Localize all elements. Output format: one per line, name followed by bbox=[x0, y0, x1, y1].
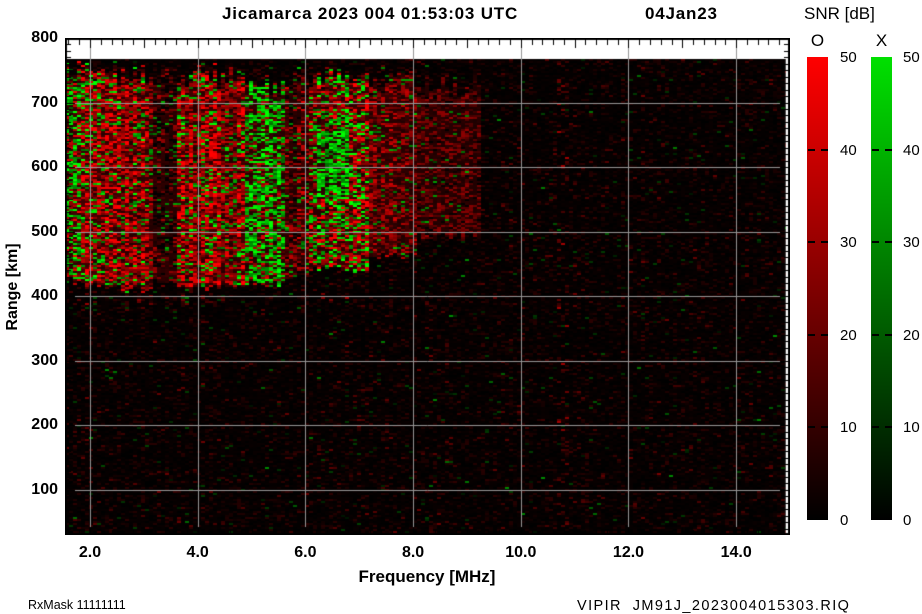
colorbar-o-gradient bbox=[807, 57, 828, 520]
colorbar-x-gradient bbox=[871, 57, 892, 520]
colorbar-x-mode-label: X bbox=[875, 31, 888, 50]
x-axis-tick-label: 10.0 bbox=[505, 544, 537, 561]
rxmask-text: RxMask 11111111 bbox=[28, 598, 126, 612]
colorbar-o-tick-label: 50 bbox=[840, 49, 857, 66]
file-id-text: VIPIR JM91J_2023004015303.RIQ bbox=[577, 598, 851, 614]
y-axis-tick-label: 100 bbox=[31, 480, 58, 498]
x-axis-tick-label: 4.0 bbox=[186, 544, 209, 561]
x-axis-label: Frequency [MHz] bbox=[358, 567, 496, 586]
colorbar-tick-mark bbox=[808, 148, 815, 151]
colorbar-x-tick-label: 0 bbox=[903, 512, 912, 529]
x-axis-tick-label: 12.0 bbox=[612, 544, 645, 561]
x-axis-tick-label: 14.0 bbox=[720, 544, 752, 561]
colorbar-tick-mark bbox=[885, 426, 892, 429]
colorbar-tick-mark bbox=[885, 148, 892, 151]
colorbar-x-tick-label: 50 bbox=[903, 49, 920, 66]
colorbar-tick-mark bbox=[872, 426, 879, 429]
y-axis-tick-label: 600 bbox=[31, 158, 58, 176]
x-axis-tick-label: 2.0 bbox=[78, 544, 102, 561]
y-axis-tick-label: 300 bbox=[31, 351, 58, 369]
colorbar-o-tick-label: 30 bbox=[840, 234, 857, 252]
y-axis-tick-label: 700 bbox=[31, 93, 58, 111]
colorbar-title: SNR [dB] bbox=[804, 4, 875, 23]
colorbar-o-tick-label: 0 bbox=[840, 512, 849, 529]
colorbar-tick-mark bbox=[808, 241, 815, 244]
ionogram-canvas bbox=[65, 38, 790, 535]
y-axis-tick-label: 200 bbox=[31, 416, 58, 434]
page-title: Jicamarca 2023 004 01:53:03 UTC bbox=[222, 4, 519, 23]
x-axis-tick-label: 8.0 bbox=[401, 544, 425, 561]
colorbar-x-tick-label: 20 bbox=[903, 326, 920, 344]
colorbar-tick-mark bbox=[821, 241, 828, 244]
colorbar-o-tick-label: 40 bbox=[840, 141, 857, 159]
y-axis-tick-label: 400 bbox=[31, 287, 58, 305]
colorbar-tick-mark bbox=[885, 333, 892, 336]
colorbar-o-tick-label: 20 bbox=[840, 326, 857, 344]
colorbar-tick-mark bbox=[821, 148, 828, 151]
colorbar-o-tick-label: 10 bbox=[840, 419, 857, 437]
colorbar-tick-mark bbox=[872, 148, 879, 151]
y-axis-tick-label: 500 bbox=[31, 222, 58, 240]
colorbar-tick-mark bbox=[808, 333, 815, 336]
ionogram-page: Jicamarca 2023 004 01:53:03 UTC 04Jan23 … bbox=[0, 0, 922, 614]
x-axis-tick-label: 6.0 bbox=[294, 544, 317, 561]
colorbar-x-tick-label: 40 bbox=[903, 141, 920, 159]
colorbar-x-tick-label: 30 bbox=[903, 234, 920, 252]
colorbar-tick-mark bbox=[821, 333, 828, 336]
colorbar-o-mode-label: O bbox=[810, 31, 825, 50]
colorbar-x-tick-label: 10 bbox=[903, 419, 920, 437]
colorbar-tick-mark bbox=[872, 241, 879, 244]
colorbar-tick-mark bbox=[885, 241, 892, 244]
colorbar-tick-mark bbox=[872, 333, 879, 336]
colorbar-tick-mark bbox=[821, 426, 828, 429]
y-axis-tick-label: 800 bbox=[31, 29, 58, 46]
page-date: 04Jan23 bbox=[645, 4, 718, 23]
colorbar-tick-mark bbox=[808, 426, 815, 429]
